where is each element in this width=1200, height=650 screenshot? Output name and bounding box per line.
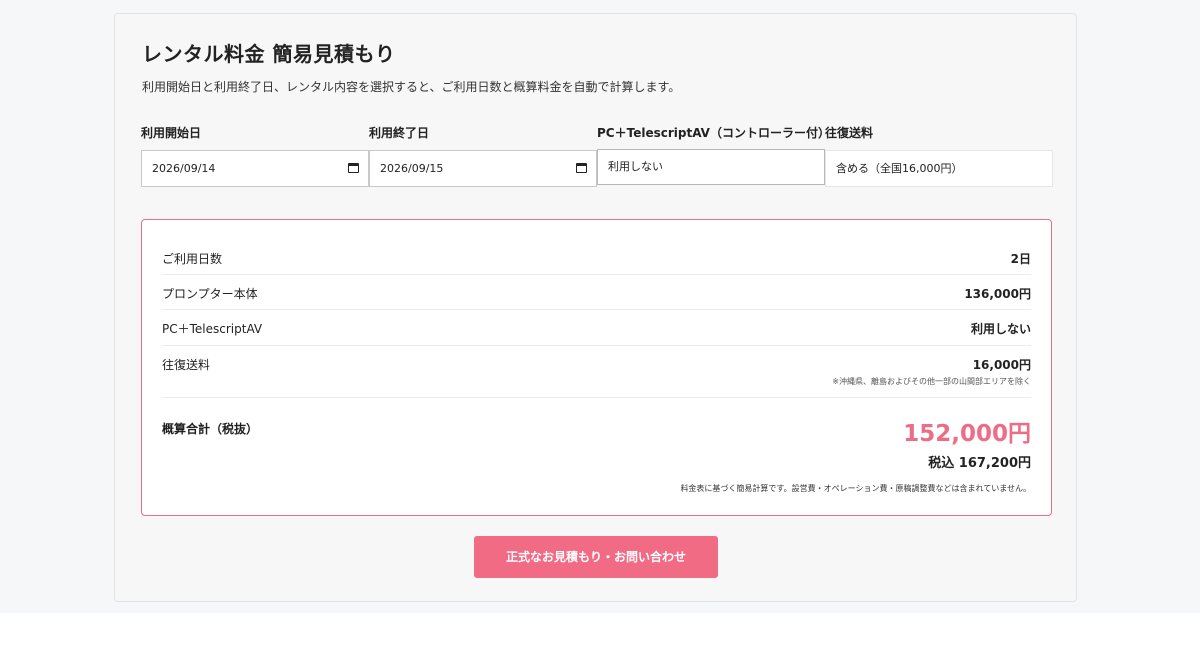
total-label: 概算合計（税抜） (162, 422, 259, 436)
end-date-field: 利用終了日 2026/09/15 (369, 124, 597, 187)
end-date-label: 利用終了日 (369, 126, 430, 140)
start-date-label: 利用開始日 (141, 126, 202, 140)
summary-row-days: ご利用日数 2日 (162, 250, 1031, 275)
summary-row-shipping: 往復送料 16,000円 ※沖縄県、離島およびその他一部の山間部エリアを除く (162, 356, 1031, 398)
shipping-label: 往復送料 (825, 126, 874, 140)
end-date-input[interactable]: 2026/09/15 (369, 150, 597, 187)
summary-label: 往復送料 (162, 358, 211, 372)
pc-option-field: PC＋TelescriptAV（コントローラー付） 利用しない (597, 124, 830, 185)
total-note: 料金表に基づく簡易計算です。設営費・オペレーション費・原稿調整費などは含まれてい… (680, 484, 1031, 493)
summary-label: プロンプター本体 (162, 287, 258, 301)
total-tax-included: 税込 167,200円 (928, 456, 1031, 471)
total-price: 152,000円 (903, 421, 1031, 447)
estimate-form: 利用開始日 2026/09/14 利用終了日 2026/09/15 PC＋Tel… (141, 124, 1053, 187)
shipping-field: 往復送料 含める（全国16,000円） (825, 124, 1053, 187)
pc-option-label: PC＋TelescriptAV（コントローラー付） (597, 126, 830, 140)
shipping-note: ※沖縄県、離島およびその他一部の山間部エリアを除く (832, 377, 1031, 386)
start-date-field: 利用開始日 2026/09/14 (141, 124, 369, 187)
pc-option-select[interactable]: 利用しない (597, 149, 825, 185)
summary-row-pc: PC＋TelescriptAV 利用しない (162, 320, 1031, 346)
estimate-result-panel: ご利用日数 2日 プロンプター本体 136,000円 PC＋Telescript… (141, 219, 1052, 516)
start-date-value: 2026/09/14 (152, 162, 216, 175)
calendar-icon[interactable] (576, 163, 587, 173)
summary-label: ご利用日数 (162, 252, 223, 266)
summary-label: PC＋TelescriptAV (162, 322, 263, 336)
summary-value: 利用しない (970, 322, 1031, 336)
end-date-value: 2026/09/15 (380, 162, 444, 175)
summary-row-prompter: プロンプター本体 136,000円 (162, 285, 1031, 310)
summary-value: 2日 (1010, 252, 1031, 266)
pc-option-value: 利用しない (608, 160, 663, 173)
start-date-input[interactable]: 2026/09/14 (141, 150, 369, 187)
page-description: 利用開始日と利用終了日、レンタル内容を選択すると、ご利用日数と概算料金を自動で計… (142, 80, 681, 94)
shipping-select[interactable]: 含める（全国16,000円） (825, 150, 1053, 187)
summary-value: 136,000円 (964, 287, 1031, 301)
contact-button[interactable]: 正式なお見積もり・お問い合わせ (474, 536, 718, 578)
page-title: レンタル料金 簡易見積もり (142, 42, 396, 66)
shipping-value: 含める（全国16,000円） (836, 162, 963, 175)
calendar-icon[interactable] (348, 163, 359, 173)
estimate-card: レンタル料金 簡易見積もり 利用開始日と利用終了日、レンタル内容を選択すると、ご… (114, 13, 1077, 602)
summary-value: 16,000円 (972, 358, 1031, 372)
